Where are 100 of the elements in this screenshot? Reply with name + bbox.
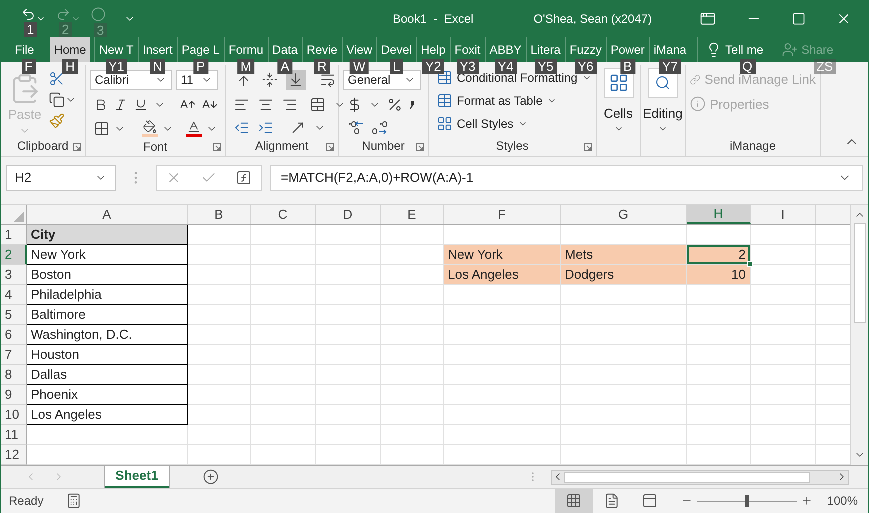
middle-align-icon[interactable] — [262, 72, 278, 88]
table-cell[interactable] — [316, 265, 381, 285]
table-cell[interactable] — [316, 285, 381, 305]
table-cell[interactable] — [687, 385, 751, 405]
decrease-indent-icon[interactable] — [234, 120, 250, 136]
table-cell[interactable]: 2 — [687, 245, 751, 265]
styles-menu-item[interactable]: Format as Table — [457, 92, 543, 110]
table-cell[interactable] — [444, 325, 561, 345]
table-cell[interactable] — [444, 425, 561, 445]
column-header[interactable]: I — [751, 205, 816, 224]
fill-handle[interactable] — [747, 261, 753, 267]
ribbon-tab[interactable]: View — [342, 37, 376, 62]
table-cell[interactable]: Los Angeles — [444, 265, 561, 285]
row-header[interactable]: 3 — [1, 265, 27, 285]
table-cell[interactable] — [561, 325, 687, 345]
underline-icon[interactable] — [134, 98, 148, 112]
table-cell[interactable] — [444, 405, 561, 425]
table-cell[interactable]: Houston — [27, 345, 188, 365]
row-header[interactable]: 8 — [1, 365, 27, 385]
table-cell[interactable] — [27, 425, 188, 445]
column-header[interactable]: E — [381, 205, 444, 224]
zoom-in-icon[interactable] — [801, 495, 814, 507]
horizontal-scrollbar[interactable] — [551, 470, 849, 484]
font-color-icon[interactable] — [186, 120, 202, 137]
table-cell[interactable]: Philadelphia — [27, 285, 188, 305]
table-cell[interactable] — [687, 405, 751, 425]
table-cell[interactable] — [251, 345, 316, 365]
row-header[interactable]: 4 — [1, 285, 27, 305]
paintbrush-icon[interactable] — [49, 113, 65, 129]
column-header[interactable]: H — [687, 205, 751, 224]
table-cell[interactable] — [381, 385, 444, 405]
table-cell[interactable] — [381, 425, 444, 445]
table-cell[interactable] — [444, 285, 561, 305]
row-header[interactable]: 9 — [1, 385, 27, 405]
table-cell[interactable] — [687, 305, 751, 325]
table-cell[interactable]: Los Angeles — [27, 405, 188, 425]
table-cell[interactable]: New York — [27, 245, 188, 265]
ribbon-tab[interactable]: Litera — [526, 37, 565, 62]
font-size-field[interactable]: 11 — [176, 70, 218, 90]
row-header[interactable]: 2 — [1, 245, 27, 265]
table-cell[interactable] — [316, 245, 381, 265]
ribbon-tab[interactable]: Power — [606, 37, 649, 62]
ribbon-tab[interactable]: Insert — [138, 37, 177, 62]
table-cell[interactable] — [381, 305, 444, 325]
table-cell[interactable] — [751, 265, 816, 285]
row-header[interactable]: 1 — [1, 225, 27, 245]
table-cell[interactable] — [316, 425, 381, 445]
table-cell[interactable] — [751, 365, 816, 385]
table-cell[interactable] — [188, 365, 251, 385]
table-cell[interactable]: Dallas — [27, 365, 188, 385]
bottom-align-icon[interactable] — [288, 72, 304, 88]
table-cell[interactable] — [751, 245, 816, 265]
merge-icon[interactable] — [310, 97, 326, 113]
cells-button-label[interactable]: Cells — [604, 104, 633, 124]
table-cell[interactable] — [251, 405, 316, 425]
row-header[interactable]: 7 — [1, 345, 27, 365]
table-cell[interactable] — [251, 305, 316, 325]
wrap-text-icon[interactable] — [320, 72, 336, 88]
decrease-decimal-icon[interactable] — [371, 120, 389, 136]
maximize-icon[interactable] — [792, 12, 806, 26]
table-cell[interactable] — [687, 325, 751, 345]
table-cell[interactable] — [251, 265, 316, 285]
styles-menu-item[interactable]: Cell Styles — [457, 115, 514, 133]
table-cell[interactable] — [751, 425, 816, 445]
vertical-scrollbar[interactable] — [850, 205, 868, 465]
ribbon-tab[interactable]: ABBY — [486, 37, 526, 62]
table-cell[interactable] — [751, 405, 816, 425]
dialog-launcher-icon[interactable] — [584, 143, 592, 151]
ribbon-tab[interactable]: iMana — [650, 37, 691, 62]
table-cell[interactable] — [687, 345, 751, 365]
ribbon-tab[interactable]: Revie — [302, 37, 342, 62]
table-cell[interactable]: City — [27, 225, 188, 245]
table-cell[interactable] — [316, 305, 381, 325]
table-cell[interactable] — [188, 385, 251, 405]
increase-indent-icon[interactable] — [258, 120, 274, 136]
table-cell[interactable] — [188, 245, 251, 265]
ribbon-tab[interactable]: Help — [417, 37, 450, 62]
table-cell[interactable]: Phoenix — [27, 385, 188, 405]
italic-icon[interactable] — [114, 98, 128, 112]
dialog-launcher-icon[interactable] — [416, 143, 424, 151]
cut-icon[interactable] — [49, 71, 65, 87]
table-cell[interactable] — [561, 285, 687, 305]
row-header[interactable]: 11 — [1, 425, 27, 445]
table-cell[interactable] — [188, 265, 251, 285]
table-cell[interactable]: New York — [444, 245, 561, 265]
font-name-field[interactable]: Calibri — [90, 70, 172, 90]
page-break-icon[interactable] — [642, 493, 658, 509]
page-layout-icon[interactable] — [604, 493, 620, 509]
row-header[interactable]: 10 — [1, 405, 27, 425]
name-box[interactable]: H2 — [6, 164, 116, 190]
column-header[interactable]: A — [27, 205, 188, 224]
normal-view-icon[interactable] — [566, 493, 582, 509]
table-cell[interactable] — [381, 365, 444, 385]
tell-me-label[interactable]: Tell me — [726, 40, 764, 58]
table-cell[interactable] — [381, 225, 444, 245]
dialog-launcher-icon[interactable] — [326, 143, 334, 151]
number-format-field[interactable]: General — [343, 70, 421, 90]
sheet-tab[interactable]: Sheet1 — [105, 466, 169, 488]
table-cell[interactable] — [188, 345, 251, 365]
ribbon-tab[interactable]: Devel — [377, 37, 416, 62]
